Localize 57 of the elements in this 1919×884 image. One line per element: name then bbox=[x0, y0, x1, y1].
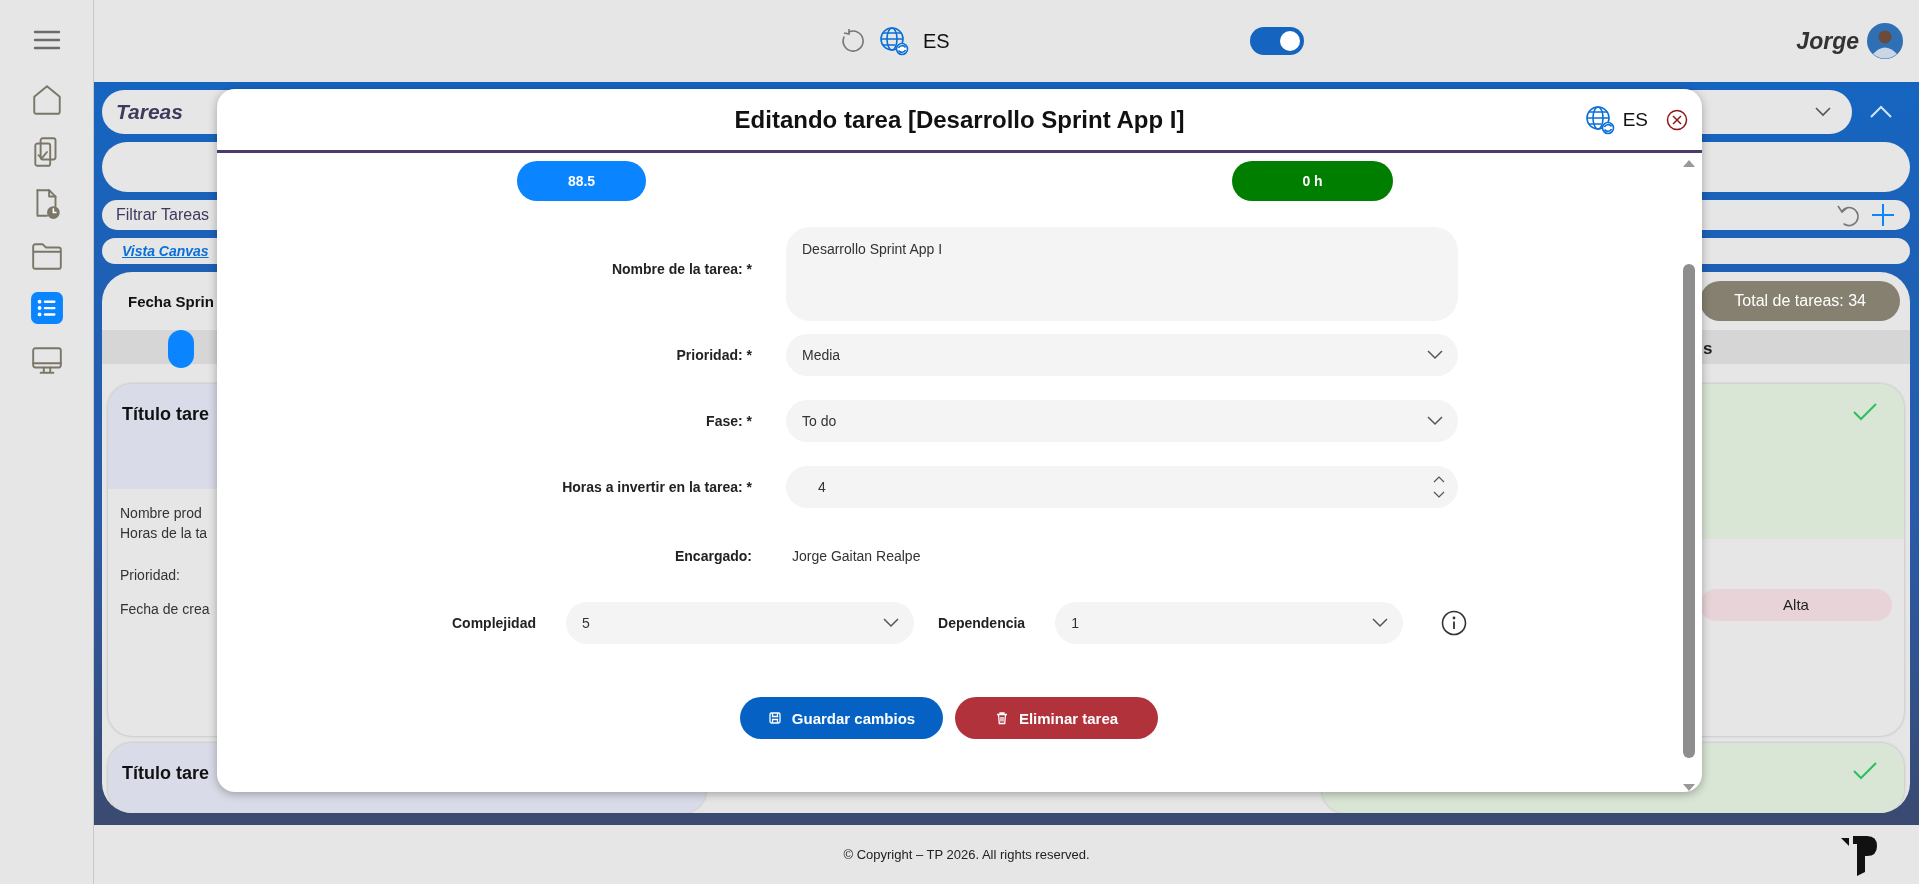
save-icon bbox=[767, 711, 782, 725]
assignee-name: Jorge Gaitan Realpe bbox=[791, 548, 922, 564]
toggle-switch[interactable] bbox=[1249, 27, 1304, 55]
dropdown[interactable]: To do bbox=[786, 400, 1458, 442]
dropdown[interactable]: Media bbox=[786, 334, 1458, 376]
save-button[interactable]: Guardar cambios bbox=[740, 697, 943, 739]
text-area[interactable]: Desarrollo Sprint App I bbox=[786, 227, 1458, 321]
globe-icon[interactable] bbox=[879, 26, 909, 56]
chevron-up-icon[interactable] bbox=[1869, 105, 1893, 119]
chevron-down-icon bbox=[1426, 349, 1444, 361]
user-name[interactable]: Jorge bbox=[1796, 27, 1859, 55]
chevron-down-icon bbox=[1426, 415, 1444, 427]
field-label: Prioridad: * bbox=[675, 347, 752, 363]
filter-label: Filtrar Tareas bbox=[116, 206, 210, 224]
globe-icon[interactable] bbox=[1584, 104, 1615, 135]
total-tasks-badge: Total de tareas: 34 bbox=[1700, 281, 1900, 321]
trash-icon bbox=[994, 711, 1009, 725]
card-text: Nombre prod bbox=[120, 504, 202, 523]
column-heading: Fecha Sprin bbox=[128, 292, 214, 310]
field-label: Nombre de la tarea: * bbox=[610, 260, 752, 277]
dropdown[interactable]: 1 bbox=[1055, 602, 1404, 644]
refresh-icon[interactable] bbox=[839, 28, 865, 54]
card-text: Horas de la ta bbox=[120, 524, 208, 543]
language-label[interactable]: ES bbox=[923, 29, 950, 53]
card-title: Título tare bbox=[122, 404, 209, 425]
stat-badge: 88.5 bbox=[517, 161, 646, 201]
language-label[interactable]: ES bbox=[1622, 108, 1648, 131]
delete-button[interactable]: Eliminar tarea bbox=[955, 697, 1158, 739]
stat-badge: 0 h bbox=[1232, 161, 1393, 201]
card-title: Título tare bbox=[122, 763, 209, 784]
list-icon[interactable] bbox=[29, 291, 64, 325]
field-label: Encargado: bbox=[674, 548, 752, 564]
number-field[interactable]: 4 bbox=[786, 466, 1458, 508]
plus-icon[interactable] bbox=[1870, 202, 1896, 228]
field-label: Complejidad bbox=[452, 615, 536, 631]
dropdown[interactable]: 5 bbox=[566, 602, 914, 644]
section-title: Tareas bbox=[116, 100, 183, 124]
chevron-down-icon bbox=[882, 617, 900, 629]
column-heading: s bbox=[1703, 339, 1713, 359]
avatar-icon[interactable] bbox=[1867, 23, 1903, 59]
copyright-text: © Copyright – TP 2026. All rights reserved. bbox=[843, 847, 1090, 862]
field-label: Horas a invertir en la tarea: * bbox=[561, 479, 752, 495]
card-text: Fecha de crea bbox=[120, 601, 210, 617]
scroll-handle[interactable] bbox=[168, 330, 194, 368]
info-icon[interactable] bbox=[1441, 610, 1468, 636]
scrollbar[interactable] bbox=[1681, 158, 1697, 792]
canvas-view-link[interactable]: Vista Canvas bbox=[122, 243, 209, 259]
menu-icon[interactable] bbox=[32, 29, 61, 51]
chevron-down-icon[interactable] bbox=[1814, 106, 1832, 118]
card-text: Prioridad: bbox=[120, 567, 180, 583]
close-icon[interactable] bbox=[1666, 108, 1688, 131]
field-label: Dependencia bbox=[938, 615, 1026, 631]
priority-badge: Alta bbox=[1700, 589, 1892, 621]
chevron-down-icon bbox=[1371, 617, 1390, 629]
field-label: Fase: * bbox=[705, 413, 752, 429]
dialog-title: Editando tarea [Desarrollo Sprint App I] bbox=[733, 105, 1186, 134]
spinner-icon[interactable] bbox=[1432, 474, 1446, 500]
